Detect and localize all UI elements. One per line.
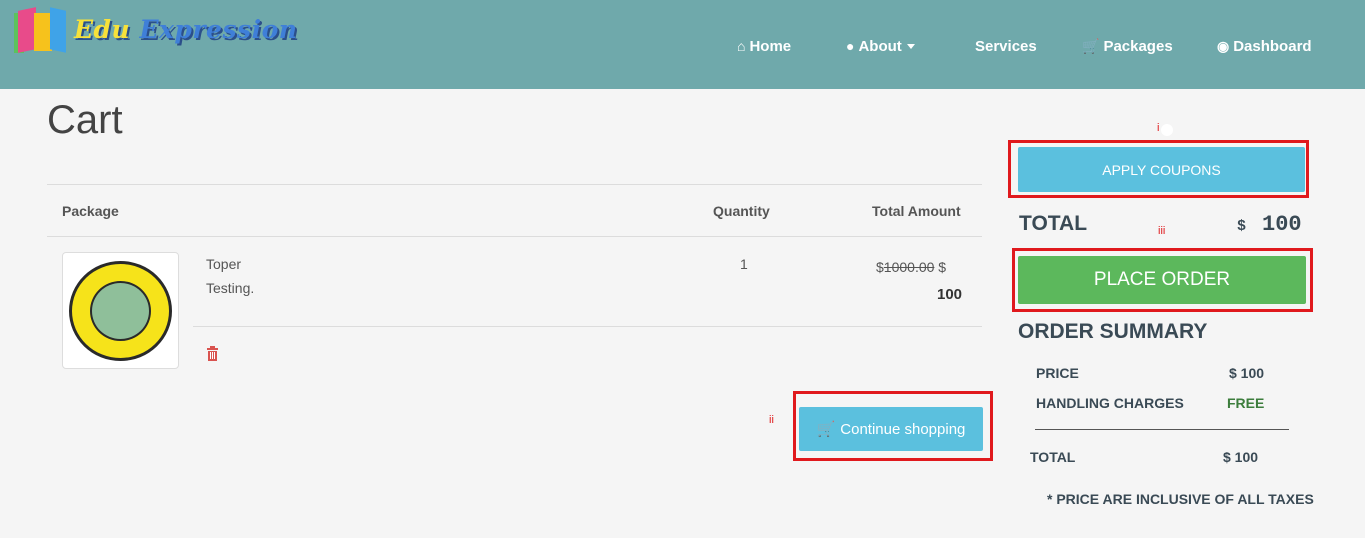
nav-home[interactable]: ⌂ Home (737, 36, 791, 56)
brand-name: Edu Expression (74, 15, 297, 44)
total-value: 100 (1262, 212, 1302, 237)
nav-home-label: Home (749, 37, 792, 55)
quantity-value: 1 (740, 256, 748, 272)
new-price-value: 100 (937, 286, 963, 303)
package-thumbnail (62, 252, 179, 369)
institute-seal-image (69, 261, 172, 361)
continue-shopping-button[interactable]: 🛒 Continue shopping (799, 407, 983, 451)
handling-value: FREE (1227, 395, 1265, 411)
annotation-marker-ii: ii (769, 414, 774, 426)
apply-coupons-button[interactable]: APPLY COUPONS (1018, 147, 1305, 192)
caret-down-icon (906, 43, 915, 49)
nav-dashboard-label: Dashboard (1233, 37, 1312, 55)
header-quantity: Quantity (713, 203, 770, 219)
final-total-label: TOTAL (1030, 449, 1076, 465)
price-label: PRICE (1036, 365, 1079, 381)
nav-packages[interactable]: 🛒 Packages (1082, 36, 1173, 56)
nav-packages-label: Packages (1103, 37, 1173, 55)
summary-divider (1035, 429, 1289, 430)
place-order-button[interactable]: PLACE ORDER (1018, 256, 1306, 304)
order-summary-title: ORDER SUMMARY (1018, 320, 1208, 343)
cart-icon: 🛒 (1082, 37, 1100, 54)
dashboard-icon: ◉ (1217, 37, 1230, 54)
nav-dashboard[interactable]: ◉ Dashboard (1217, 36, 1312, 56)
home-icon: ⌂ (737, 38, 746, 54)
nav-services-label: Services (975, 37, 1037, 55)
annotation-marker-i: i (1157, 122, 1160, 134)
navbar: Edu Expression ⌂ Home ● About Services 🛒… (0, 0, 1365, 89)
brand-word-1: Edu (74, 14, 131, 44)
nav-about-label: About (858, 37, 902, 55)
table-top-divider (47, 184, 982, 185)
currency-symbol-2: $ (938, 259, 947, 275)
trash-icon[interactable] (206, 346, 219, 366)
total-currency: $ (1237, 218, 1247, 235)
marker-dot (1161, 124, 1173, 136)
price-value: $ 100 (1229, 365, 1265, 381)
handling-label: HANDLING CHARGES (1036, 395, 1184, 411)
brand-word-2: Expression (139, 14, 298, 44)
continue-shopping-label: Continue shopping (840, 420, 966, 438)
old-price: $1000.00 $ (876, 259, 946, 275)
cart-icon: 🛒 (816, 421, 836, 438)
package-name-line1: Toper (206, 256, 242, 272)
table-header-divider (47, 236, 982, 237)
row-divider (193, 326, 982, 327)
final-total-value: $ 100 (1223, 449, 1259, 465)
header-package: Package (62, 203, 119, 219)
nav-about[interactable]: ● About (846, 36, 915, 56)
annotation-marker-iii: iii (1158, 225, 1166, 237)
globe-icon: ● (846, 38, 855, 54)
tax-note: * PRICE ARE INCLUSIVE OF ALL TAXES (1047, 491, 1314, 507)
currency-symbol: $ (876, 259, 884, 275)
old-price-value: 1000.00 (883, 259, 935, 275)
header-total-amount: Total Amount (872, 203, 961, 219)
page-title: Cart (47, 98, 123, 142)
nav-services[interactable]: Services (975, 36, 1037, 56)
brand-logo[interactable]: Edu Expression (14, 4, 297, 54)
package-name-line2: Testing. (206, 280, 255, 296)
book-logo-icon (14, 3, 68, 55)
total-label: TOTAL (1019, 212, 1088, 235)
